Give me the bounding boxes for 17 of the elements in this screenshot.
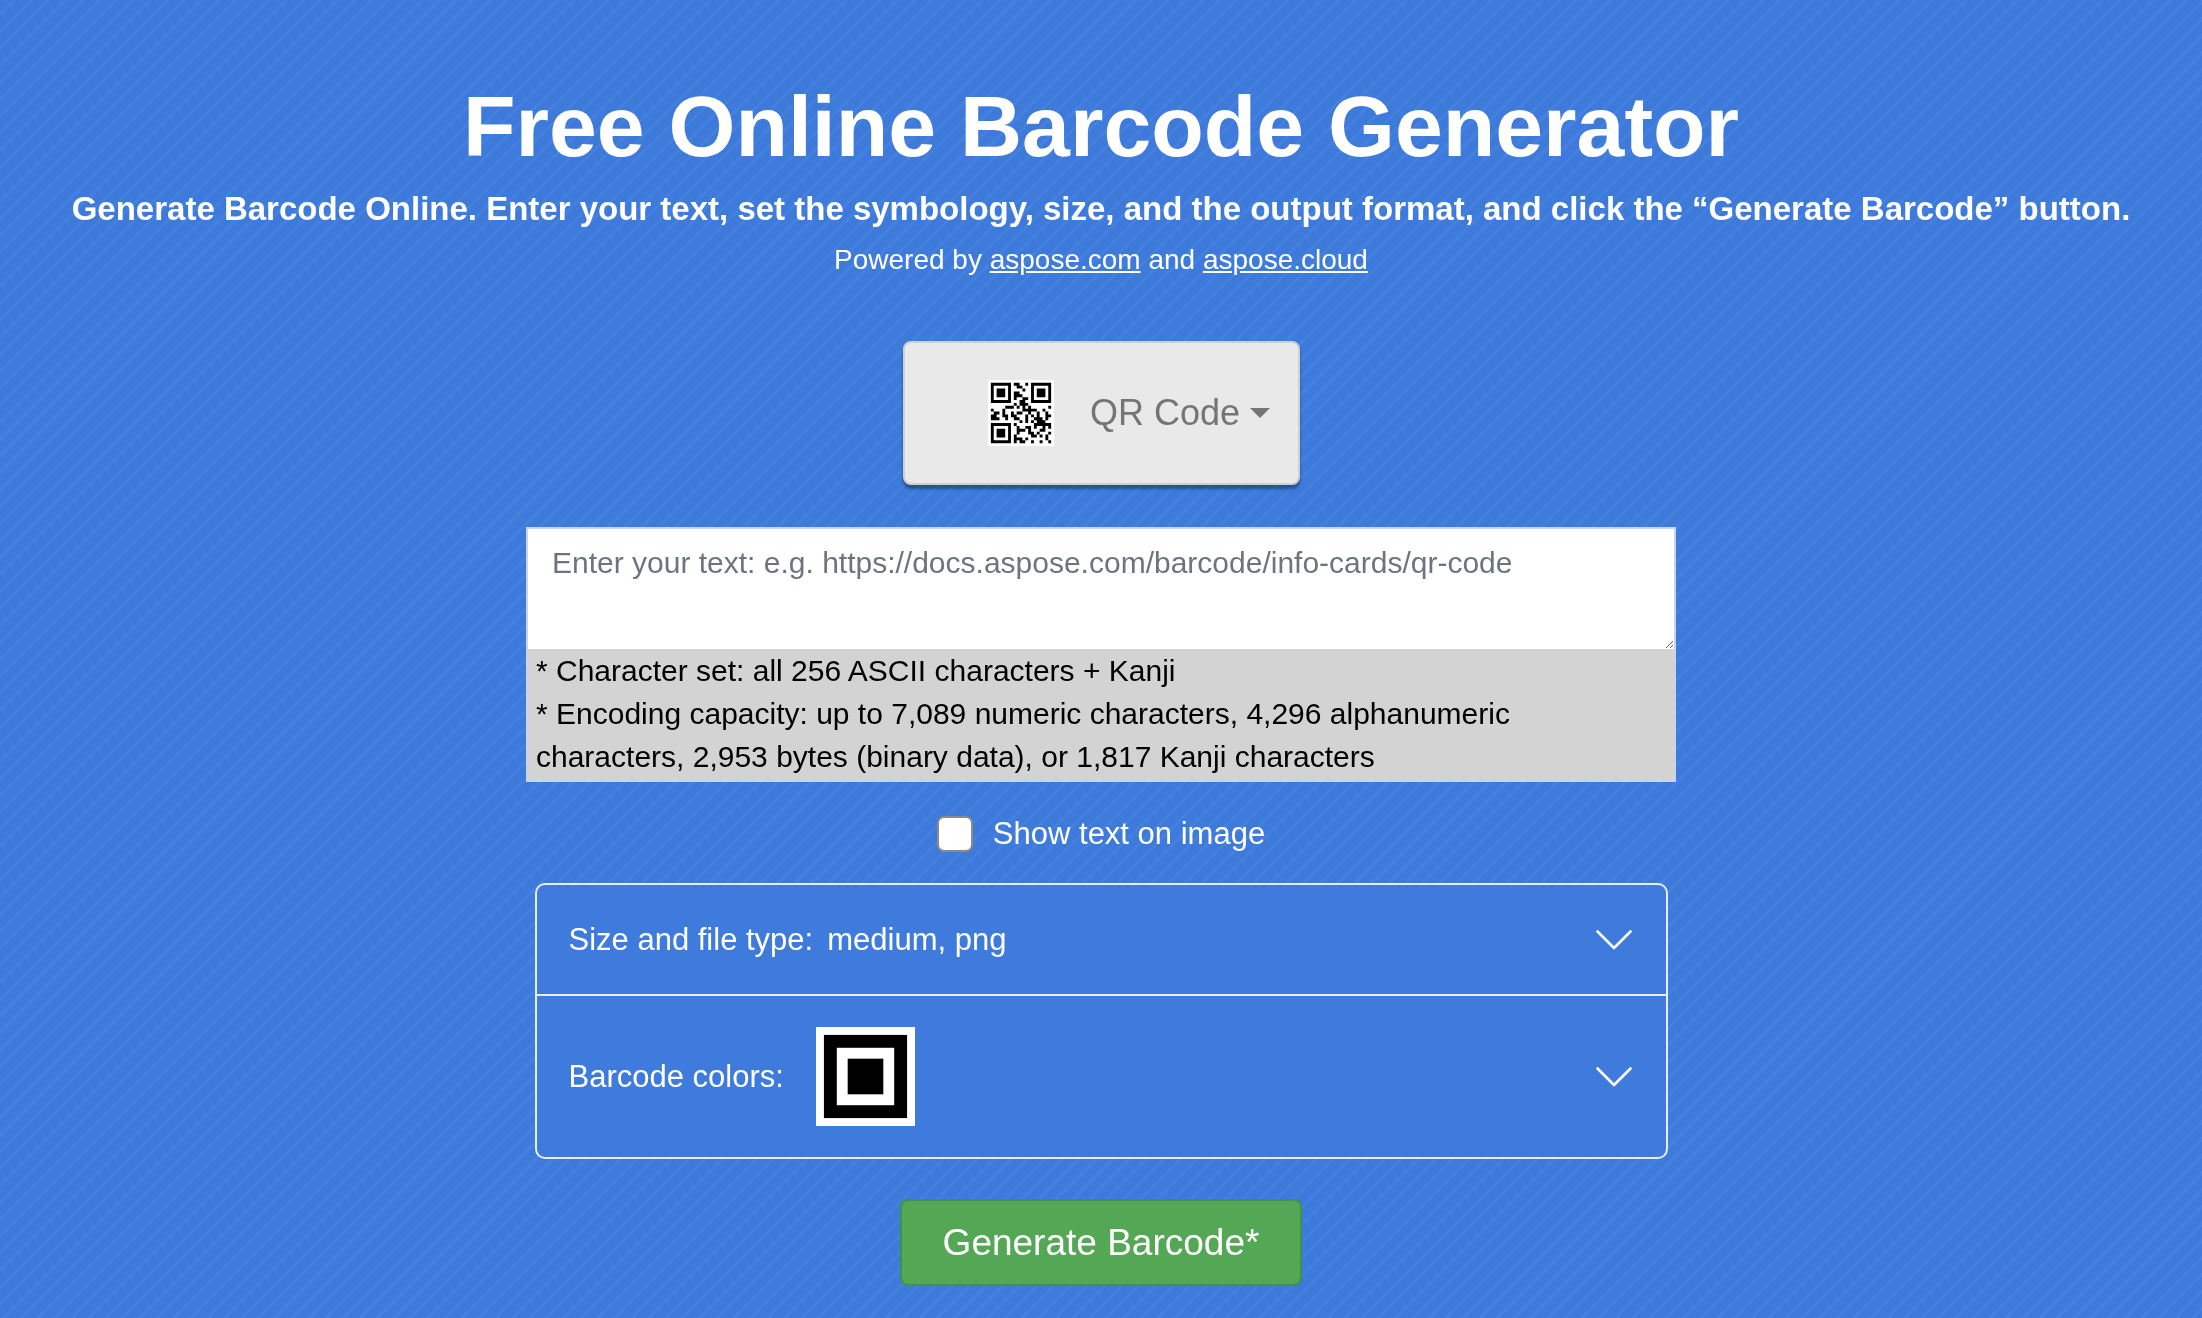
caret-down-icon bbox=[1250, 408, 1271, 418]
hint-text: * Encoding capacity: up to 7,089 numeric characters, 4,296 alphanumeric characters, 2,953 bytes (binary data), or 1,817 Kanji characters bbox=[536, 696, 1511, 775]
qr-code-icon bbox=[987, 380, 1054, 446]
page-subtitle: Generate Barcode Online. Enter your text, set the symbology, size, and the output format, and click the “Generate Barcode” button. bbox=[71, 189, 2131, 229]
checkbox[interactable] bbox=[936, 816, 973, 852]
checkbox-label: Show text on image bbox=[992, 815, 1266, 853]
accordion-header[interactable]: Size and file type: medium, png bbox=[536, 885, 1666, 994]
generate-button[interactable]: Generate Barcode* bbox=[900, 1199, 1302, 1286]
powered-by-text: Powered by aspose.com and aspose.cloud bbox=[834, 243, 1368, 277]
page-title: Free Online Barcode Generator bbox=[462, 77, 1740, 176]
symbology-dropdown[interactable]: QR Code bbox=[902, 341, 1300, 485]
text-input[interactable]: Enter your text: e.g. https://docs.aspose.com/barcode/info-cards/qr-code bbox=[528, 529, 1674, 649]
website-link[interactable]: aspose.com bbox=[989, 244, 1141, 275]
hint-text: * Character set: all 256 ASCII characters + Kanji bbox=[536, 653, 1177, 689]
accordion-header[interactable]: Barcode colors: bbox=[536, 994, 1666, 1157]
color-swatch-icon bbox=[815, 1027, 915, 1126]
website-link[interactable]: aspose.cloud bbox=[1202, 244, 1368, 275]
